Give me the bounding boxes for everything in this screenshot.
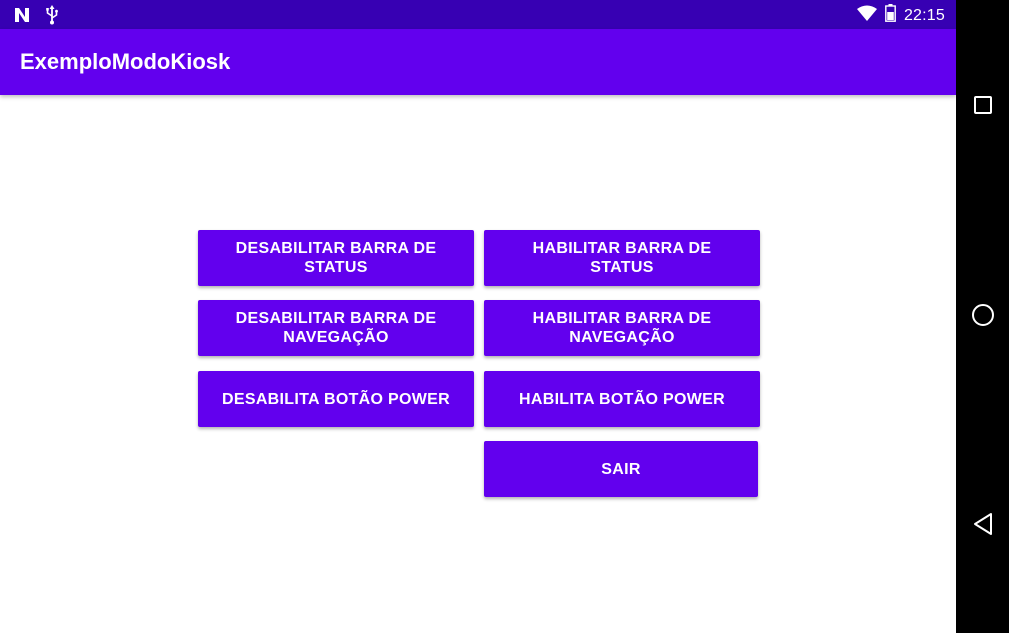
back-triangle-icon xyxy=(972,512,994,541)
battery-icon xyxy=(885,4,896,27)
notification-n-icon xyxy=(13,6,31,29)
exit-button[interactable]: SAIR xyxy=(484,441,758,497)
recents-button[interactable] xyxy=(970,94,996,120)
app-toolbar: ExemploModoKiosk xyxy=(0,29,956,95)
usb-icon xyxy=(45,5,59,30)
status-bar: 22:15 xyxy=(0,0,956,29)
wifi-icon xyxy=(856,5,877,26)
recents-square-icon xyxy=(973,95,993,120)
enable-power-button[interactable]: HABILITA BOTÃO POWER xyxy=(484,371,760,427)
enable-navigation-bar-button[interactable]: HABILITAR BARRA DE NAVEGAÇÃO xyxy=(484,300,760,356)
back-button[interactable] xyxy=(970,512,996,541)
home-button[interactable] xyxy=(970,303,996,332)
home-circle-icon xyxy=(971,303,995,332)
status-left-icons xyxy=(13,5,59,30)
clock-time: 22:15 xyxy=(903,6,945,24)
navigation-bar xyxy=(956,0,1009,633)
enable-status-bar-button[interactable]: HABILITAR BARRA DE STATUS xyxy=(484,230,760,286)
app-title: ExemploModoKiosk xyxy=(20,49,231,74)
disable-status-bar-button[interactable]: DESABILITAR BARRA DE STATUS xyxy=(198,230,474,286)
disable-navigation-bar-button[interactable]: DESABILITAR BARRA DE NAVEGAÇÃO xyxy=(198,300,474,356)
status-right-icons: 22:15 xyxy=(856,4,945,27)
disable-power-button[interactable]: DESABILITA BOTÃO POWER xyxy=(198,371,474,427)
app-screen: 22:15 ExemploModoKiosk DESABILITAR BARRA… xyxy=(0,0,956,633)
